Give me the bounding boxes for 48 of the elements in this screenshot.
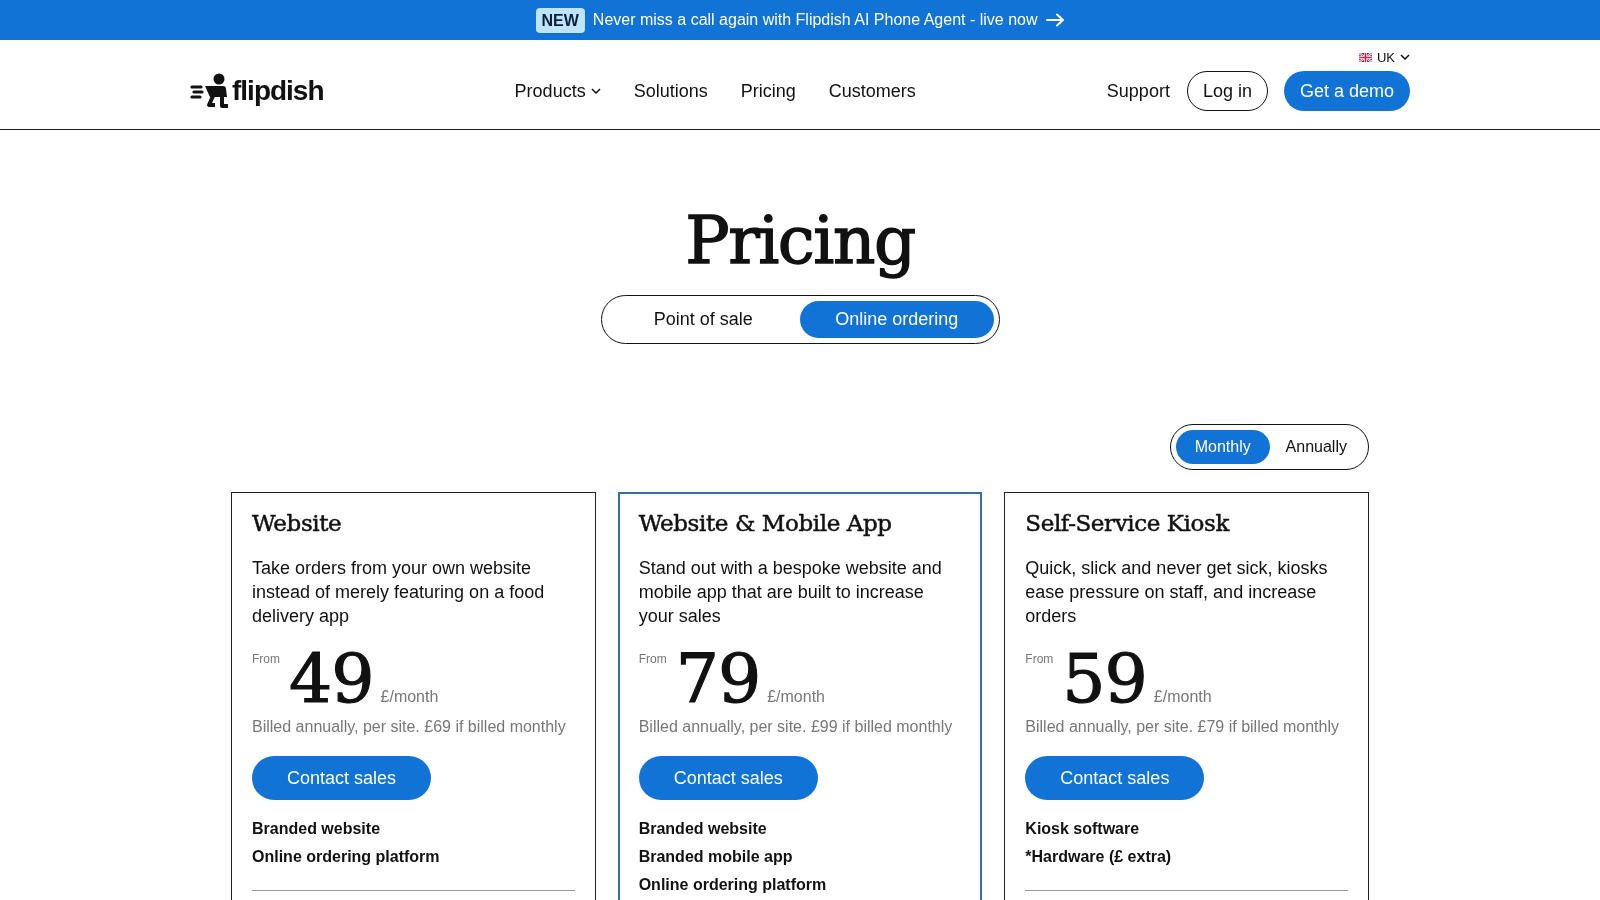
region-selector[interactable]: UK [1358, 50, 1410, 64]
feature-item: Branded mobile app [638, 848, 794, 866]
chevron-down-icon [590, 88, 601, 94]
nav-link[interactable]: Pricing [740, 80, 796, 102]
feature-item: Branded website [252, 820, 382, 838]
billing-note: Billed annually, per site. £69 if billed monthly [252, 717, 567, 737]
feature-item: *Hardware (£ extra) [1025, 848, 1173, 866]
arrow-right-icon [1045, 13, 1065, 27]
announcement-link[interactable]: Never miss a call again with Flipdish AI Phone Agent - live now [592, 11, 1065, 29]
product-tab[interactable]: Online ordering [800, 301, 994, 338]
plan-description: Stand out with a bespoke website and mobile app that are built to increase your sales [638, 557, 943, 628]
billing-note: Billed annually, per site. £99 if billed monthly [638, 717, 954, 737]
price-unit: £/month [1153, 688, 1212, 706]
demo-button[interactable]: Get a demo [1283, 71, 1410, 111]
price-unit: £/month [767, 688, 825, 706]
plan-title: Website [252, 509, 343, 538]
contact-sales-button[interactable]: Contact sales [252, 756, 432, 800]
product-tab[interactable]: Point of sale [606, 301, 800, 338]
new-badge: NEW [535, 7, 585, 33]
billing-note: Billed annually, per site. £79 if billed monthly [1025, 717, 1340, 737]
nav-link[interactable]: Products [514, 80, 601, 102]
contact-sales-button[interactable]: Contact sales [638, 756, 818, 800]
price-amount: 79 [675, 645, 761, 713]
logo[interactable]: flipdish [190, 73, 324, 109]
nav-link[interactable]: Customers [828, 80, 916, 102]
feature-item: Branded website [638, 820, 768, 838]
support-link[interactable]: Support [1106, 80, 1170, 102]
price-prefix: From [1025, 652, 1054, 666]
price-unit: £/month [380, 688, 439, 706]
plan-title: Self-Service Kiosk [1025, 509, 1231, 538]
price-amount: 49 [289, 645, 374, 713]
price-prefix: From [252, 652, 280, 666]
chevron-down-icon [1400, 54, 1410, 60]
price-amount: 59 [1062, 645, 1147, 713]
billing-tab[interactable]: Annually [1269, 430, 1363, 464]
billing-tab[interactable]: Monthly [1176, 430, 1270, 464]
feature-item: Kiosk software [1025, 820, 1141, 838]
flag-icon [1358, 52, 1372, 62]
plan-description: Take orders from your own website instead of merely featuring on a food delivery app [252, 557, 546, 628]
plan-title: Website & Mobile App [638, 509, 893, 538]
page-title: Pricing [685, 201, 915, 280]
login-button[interactable]: Log in [1186, 71, 1268, 111]
plan-description: Quick, slick and never get sick, kiosks ease pressure on staff, and increase orders [1025, 557, 1329, 628]
price-prefix: From [638, 652, 667, 666]
feature-item: Online ordering platform [252, 848, 441, 866]
contact-sales-button[interactable]: Contact sales [1025, 756, 1205, 800]
feature-item: Online ordering platform [638, 876, 828, 894]
nav-link[interactable]: Solutions [633, 80, 708, 102]
